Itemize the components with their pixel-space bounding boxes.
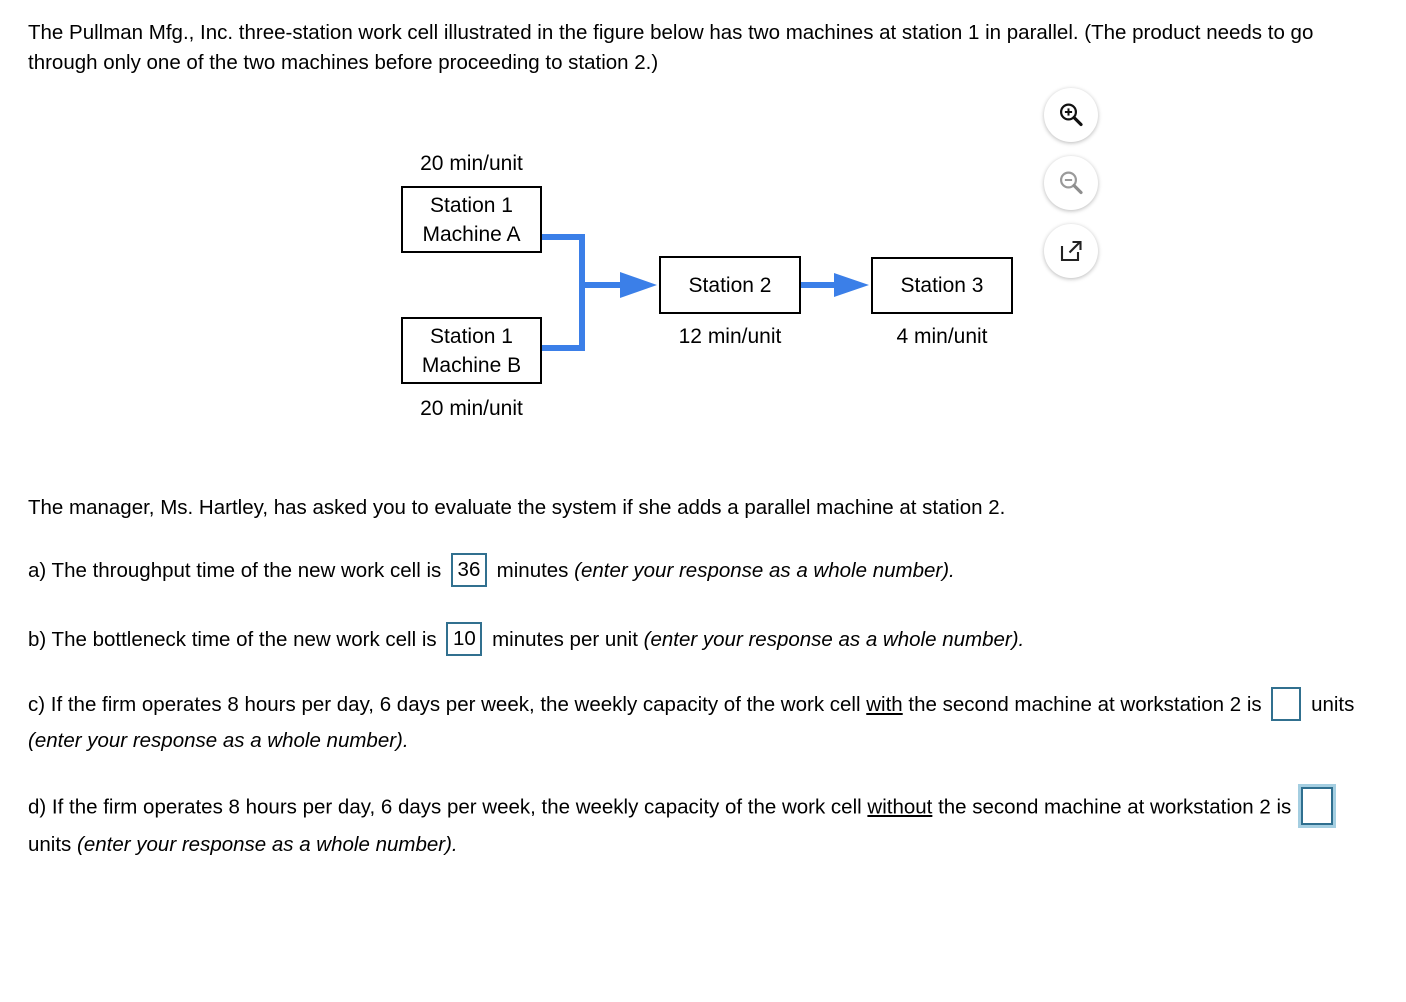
station2-label: Station 2 (688, 273, 772, 297)
station1-machine-b-line2: Machine B (421, 353, 522, 377)
station1-machine-a-time-label: 20 min/unit (420, 152, 523, 175)
work-cell-diagram[interactable]: 20 min/unit Station 1 Machine A Station … (0, 140, 1060, 440)
station2-box: Station 2 (659, 256, 801, 314)
question-b-middle: minutes per unit (492, 628, 638, 651)
station1-machine-a-line1: Station 1 (430, 193, 513, 217)
question-c-hint: (enter your response as a whole number). (28, 729, 409, 752)
question-d-middle: units (28, 833, 72, 856)
station1-machine-a-box: Station 1 Machine A (401, 186, 542, 253)
station1-machine-b-line1: Station 1 (430, 324, 513, 348)
question-d-answer-input[interactable] (1301, 787, 1334, 825)
station2-time-label: 12 min/unit (678, 325, 782, 348)
question-c-middle: units (1311, 693, 1355, 716)
zoom-in-button[interactable] (1044, 88, 1098, 142)
zoom-out-icon (1056, 168, 1086, 198)
question-a-answer-input[interactable]: 36 (450, 552, 487, 587)
question-c-emphasis: with (866, 693, 903, 716)
question-c-answer-input[interactable] (1271, 686, 1302, 721)
question-d-hint: (enter your response as a whole number). (77, 833, 458, 856)
question-a-middle: minutes (496, 559, 569, 582)
manager-request-text: The manager, Ms. Hartley, has asked you … (28, 496, 1006, 519)
question-d-emphasis: without (867, 795, 933, 819)
question-b-prefix: b) The bottleneck time of the new work c… (28, 628, 437, 651)
problem-statement-line1: The Pullman Mfg., Inc. three-station wor… (28, 21, 1079, 44)
problem-statement: The Pullman Mfg., Inc. three-station wor… (28, 18, 1373, 78)
question-b-hint: (enter your response as a whole number). (643, 628, 1025, 651)
question-c-suffix: the second machine at workstation 2 is (908, 693, 1262, 716)
question-a: a) The throughput time of the new work c… (28, 552, 1380, 589)
question-b-answer-input[interactable]: 10 (446, 621, 483, 656)
station3-label: Station 3 (900, 274, 984, 297)
station1-machine-a-line2: Machine A (422, 222, 521, 246)
question-d-suffix: the second machine at workstation 2 is (938, 795, 1292, 819)
question-c: c) If the firm operates 8 hours per day,… (28, 686, 1380, 759)
station3-box: Station 3 (871, 257, 1013, 314)
question-c-prefix: c) If the firm operates 8 hours per day,… (28, 693, 861, 716)
question-d-prefix: d) If the firm operates 8 hours per day,… (28, 795, 862, 819)
question-b: b) The bottleneck time of the new work c… (28, 621, 1380, 658)
station1-machine-b-time-label: 20 min/unit (420, 397, 523, 420)
station1-machine-b-box: Station 1 Machine B (401, 317, 542, 384)
question-d: d) If the firm operates 8 hours per day,… (28, 787, 1380, 863)
question-a-hint: (enter your response as a whole number). (574, 559, 955, 582)
station3-time-label: 4 min/unit (896, 325, 988, 348)
zoom-in-icon (1056, 100, 1086, 130)
question-a-prefix: a) The throughput time of the new work c… (28, 559, 442, 582)
open-in-new-window-icon (1057, 237, 1085, 265)
